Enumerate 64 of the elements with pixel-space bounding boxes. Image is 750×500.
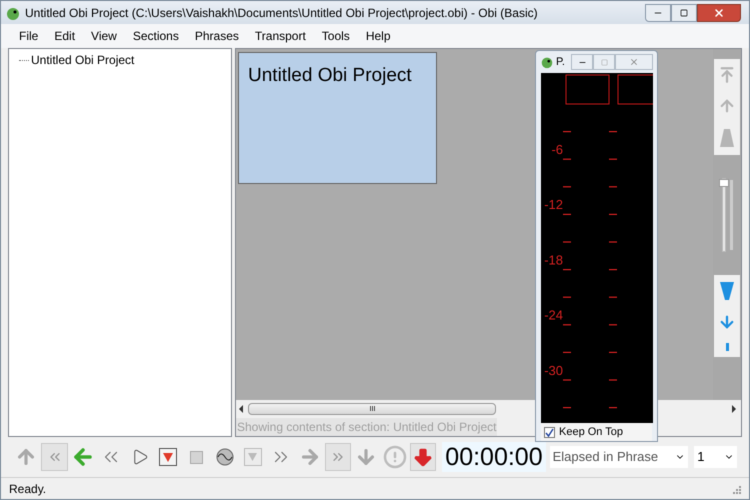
menu-item[interactable]: Phrases — [186, 27, 247, 45]
merge-button[interactable] — [41, 443, 68, 471]
meter-tick — [563, 241, 617, 243]
scale-label: -30 — [544, 362, 563, 378]
window-title: Untitled Obi Project (C:\Users\Vaishakh\Documents\Untitled Obi Project\project.obi) - Obi (Basic) — [25, 4, 539, 22]
meter-window-title: P. — [556, 54, 565, 70]
top-icon[interactable] — [718, 66, 736, 84]
maximize-button[interactable] — [671, 4, 697, 22]
meter-tick — [563, 324, 617, 326]
scroll-thumb[interactable] — [248, 402, 496, 414]
minimize-button[interactable] — [571, 54, 593, 70]
tree-item[interactable]: Untitled Obi Project — [31, 51, 134, 69]
menu-item[interactable]: Edit — [46, 27, 84, 45]
time-display: 00:00:00 — [442, 442, 546, 472]
meter-tick — [563, 214, 617, 215]
triangle-icon — [248, 453, 258, 461]
app-icon — [540, 55, 554, 69]
keep-on-top-checkbox[interactable] — [544, 426, 555, 438]
scale-label: -12 — [544, 197, 563, 212]
close-icon — [713, 6, 725, 18]
menu-item[interactable]: Help — [358, 27, 398, 45]
maximize-icon — [600, 58, 608, 66]
menu-item[interactable]: View — [83, 27, 125, 45]
time-mode-dropdown[interactable]: Elapsed in Phrase — [550, 446, 688, 468]
level-dropdown[interactable]: 1 — [694, 446, 737, 468]
maximize-icon — [680, 8, 688, 16]
menu-item[interactable]: Tools — [314, 27, 358, 45]
meter-tick — [563, 296, 617, 298]
bottom-icon[interactable] — [726, 343, 728, 351]
split-button[interactable] — [324, 443, 352, 471]
status-text: Ready. — [9, 480, 46, 498]
scroll-left-icon[interactable] — [238, 404, 244, 412]
down-icon[interactable] — [718, 313, 736, 331]
down-arrow-icon — [412, 446, 434, 468]
close-icon — [629, 57, 639, 67]
menu-item[interactable]: Transport — [246, 27, 314, 45]
meter-tick — [563, 158, 617, 160]
scale-label: -24 — [544, 308, 563, 323]
section-title: Untitled Obi Project — [248, 65, 412, 86]
resize-grip-icon — [731, 484, 741, 494]
record-down-button[interactable] — [410, 443, 436, 471]
meter-tick — [563, 407, 617, 408]
wave-icon — [216, 448, 234, 466]
menu-item[interactable]: Sections — [124, 27, 187, 45]
section-block[interactable]: Untitled Obi Project — [238, 52, 437, 184]
up-icon[interactable] — [718, 96, 736, 115]
alert-icon — [382, 445, 407, 469]
meter-tick — [563, 186, 617, 188]
keep-on-top-label: Keep On Top — [559, 424, 624, 440]
meter-tick — [563, 131, 617, 132]
menu-item[interactable]: File — [11, 27, 46, 45]
scroll-right-icon[interactable] — [731, 404, 737, 412]
down-triangle-icon[interactable] — [719, 281, 735, 301]
content-status-text: Showing contents of section: Untitled Obi Project — [236, 418, 498, 436]
slider-thumb[interactable] — [718, 179, 728, 187]
meter-tick — [563, 352, 617, 353]
close-button[interactable] — [697, 4, 741, 22]
meter-tick — [563, 379, 617, 381]
trapezoid-icon[interactable] — [719, 128, 735, 148]
scale-label: -6 — [551, 142, 563, 157]
record-icon — [162, 452, 173, 462]
scale-label: -18 — [544, 252, 563, 268]
meter-tick — [563, 269, 617, 270]
check-icon — [545, 428, 554, 436]
